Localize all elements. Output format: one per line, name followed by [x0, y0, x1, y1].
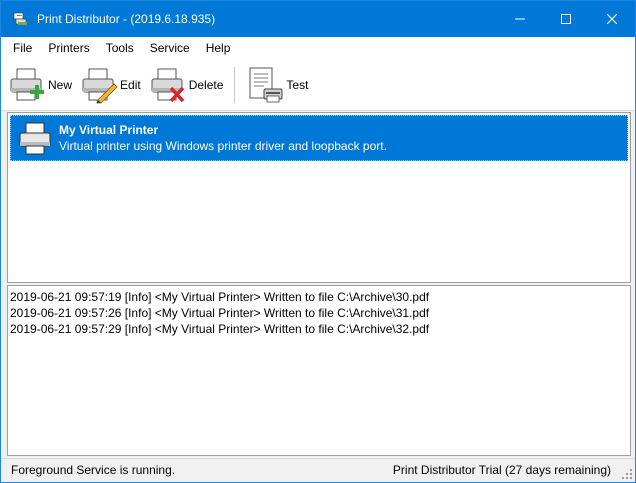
- resize-grip-icon[interactable]: [621, 468, 633, 480]
- menu-bar: File Printers Tools Service Help: [1, 37, 635, 59]
- close-button[interactable]: [589, 1, 635, 37]
- maximize-icon: [561, 14, 571, 24]
- printer-list[interactable]: My Virtual Printer Virtual printer using…: [7, 112, 631, 283]
- menu-file[interactable]: File: [7, 37, 38, 59]
- new-printer-icon: [10, 68, 44, 100]
- printer-name: My Virtual Printer: [59, 123, 159, 137]
- log-panel[interactable]: 2019-06-21 09:57:19 [Info] <My Virtual P…: [7, 285, 631, 456]
- printer-list-item[interactable]: My Virtual Printer Virtual printer using…: [10, 115, 628, 161]
- edit-button[interactable]: Edit: [77, 63, 144, 107]
- menu-help[interactable]: Help: [200, 37, 237, 59]
- menu-printers[interactable]: Printers: [42, 37, 95, 59]
- log-line: 2019-06-21 09:57:26 [Info] <My Virtual P…: [10, 306, 430, 320]
- delete-button-label: Delete: [188, 77, 224, 92]
- service-status: Foreground Service is running.: [11, 463, 176, 477]
- title-bar[interactable]: Print Distributor - (2019.6.18.935): [1, 1, 635, 37]
- printer-text: My Virtual Printer Virtual printer using…: [59, 122, 387, 154]
- edit-printer-icon: [82, 68, 118, 103]
- test-button-label: Test: [286, 77, 309, 92]
- app-icon: [13, 11, 29, 27]
- printer-icon: [19, 122, 51, 155]
- log-line: 2019-06-21 09:57:19 [Info] <My Virtual P…: [10, 290, 430, 304]
- status-bar: Foreground Service is running. Print Dis…: [1, 458, 635, 482]
- main-window: Print Distributor - (2019.6.18.935) File…: [0, 0, 636, 483]
- delete-button[interactable]: Delete: [146, 63, 227, 107]
- toolbar: New Edit Delete Test: [1, 59, 635, 111]
- menu-service[interactable]: Service: [144, 37, 196, 59]
- new-button-label: New: [48, 77, 73, 92]
- maximize-button[interactable]: [543, 1, 589, 37]
- toolbar-separator: [234, 66, 236, 103]
- minimize-button[interactable]: [497, 1, 543, 37]
- printer-description: Virtual printer using Windows printer dr…: [59, 139, 387, 153]
- test-page-icon: [249, 67, 283, 102]
- edit-button-label: Edit: [120, 77, 141, 92]
- menu-tools[interactable]: Tools: [100, 37, 140, 59]
- minimize-icon: [515, 18, 525, 20]
- log-line: 2019-06-21 09:57:29 [Info] <My Virtual P…: [10, 322, 430, 336]
- window-title: Print Distributor - (2019.6.18.935): [37, 12, 216, 26]
- close-icon: [607, 14, 617, 24]
- trial-status: Print Distributor Trial (27 days remaini…: [392, 463, 611, 477]
- new-button[interactable]: New: [5, 63, 75, 107]
- test-button[interactable]: Test: [243, 63, 311, 107]
- delete-printer-icon: [151, 68, 184, 102]
